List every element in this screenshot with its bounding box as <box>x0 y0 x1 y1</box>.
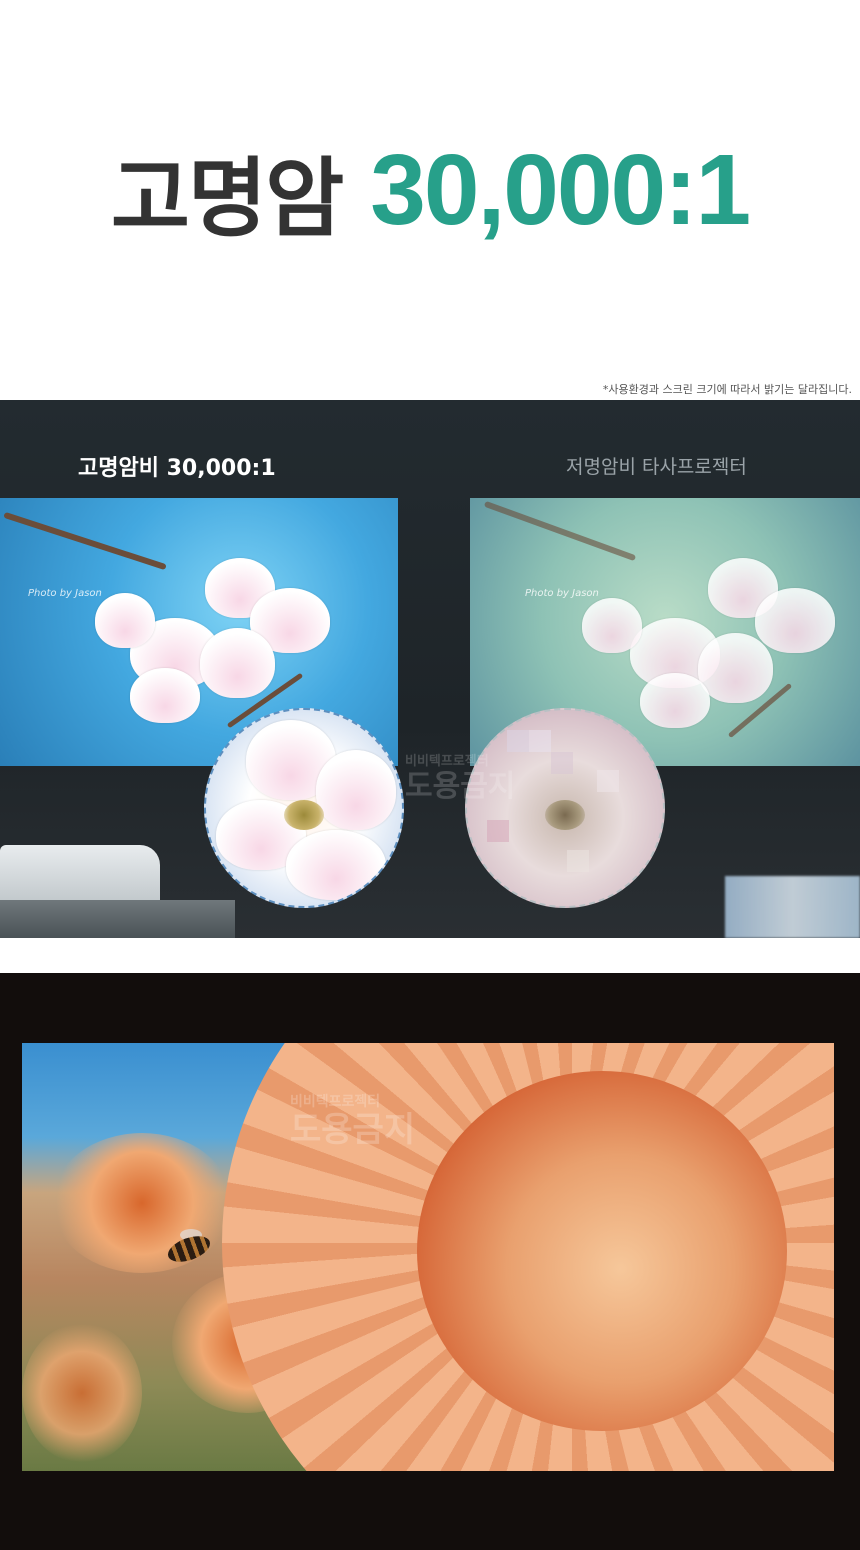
petal-shape <box>130 668 200 723</box>
sunflower-center-shape <box>417 1071 787 1431</box>
pixel-block <box>567 850 589 872</box>
anti-copy-watermark: 비비텍프로젝터 도용금지 <box>405 755 515 802</box>
petal-shape <box>95 593 155 648</box>
contrast-comparison-panel: 고명암비 30,000:1 저명암비 타사프로젝터 Photo by Jason… <box>0 400 860 938</box>
pixel-block <box>507 730 529 752</box>
petal-shape <box>582 598 642 653</box>
photo-signature: Photo by Jason <box>28 588 102 599</box>
high-contrast-zoom-circle <box>204 708 404 908</box>
petal-shape <box>698 633 773 703</box>
petal-shape <box>286 830 386 900</box>
branch-shape <box>483 500 637 562</box>
low-contrast-label: 저명암비 타사프로젝터 <box>566 456 747 478</box>
projector-stand <box>0 900 235 938</box>
branch-shape <box>3 511 167 571</box>
high-contrast-label: 고명암비 30,000:1 <box>78 456 276 481</box>
blurred-brand-logo <box>725 876 860 938</box>
hero-title-ratio: 30,000:1 <box>370 133 751 246</box>
photo-signature: Photo by Jason <box>525 588 599 599</box>
pixel-block <box>487 820 509 842</box>
hero-headline: 고명암 30,000:1 <box>0 130 860 250</box>
watermark-warning-text: 도용금지 <box>290 1110 416 1150</box>
petal-shape <box>316 750 396 830</box>
petal-shape <box>200 628 275 698</box>
pixel-block <box>529 730 551 752</box>
sunflower-screen <box>22 1043 834 1471</box>
pixel-block <box>597 770 619 792</box>
watermark-brand-text: 비비텍프로젝터 <box>405 754 489 769</box>
brightness-disclaimer: *사용환경과 스크린 크기에 따라서 밝기는 달라집니다. <box>602 383 852 396</box>
background-flower-shape <box>22 1323 142 1463</box>
petal-shape <box>755 588 835 653</box>
page: 고명암 30,000:1 *사용환경과 스크린 크기에 따라서 밝기는 달라집니… <box>0 0 860 1550</box>
anti-copy-watermark: 비비텍프로젝터 도용금지 <box>290 1095 415 1147</box>
stamen-shape <box>284 800 324 830</box>
petal-shape <box>640 673 710 728</box>
low-contrast-zoom-circle <box>465 708 665 908</box>
watermark-warning-text: 도용금지 <box>405 769 516 804</box>
watermark-brand-text: 비비텍프로젝터 <box>290 1094 381 1110</box>
sunflower-panel <box>0 973 860 1550</box>
stamen-shape <box>545 800 585 830</box>
pixel-block <box>551 752 573 774</box>
hero-title-korean: 고명암 <box>110 148 344 249</box>
